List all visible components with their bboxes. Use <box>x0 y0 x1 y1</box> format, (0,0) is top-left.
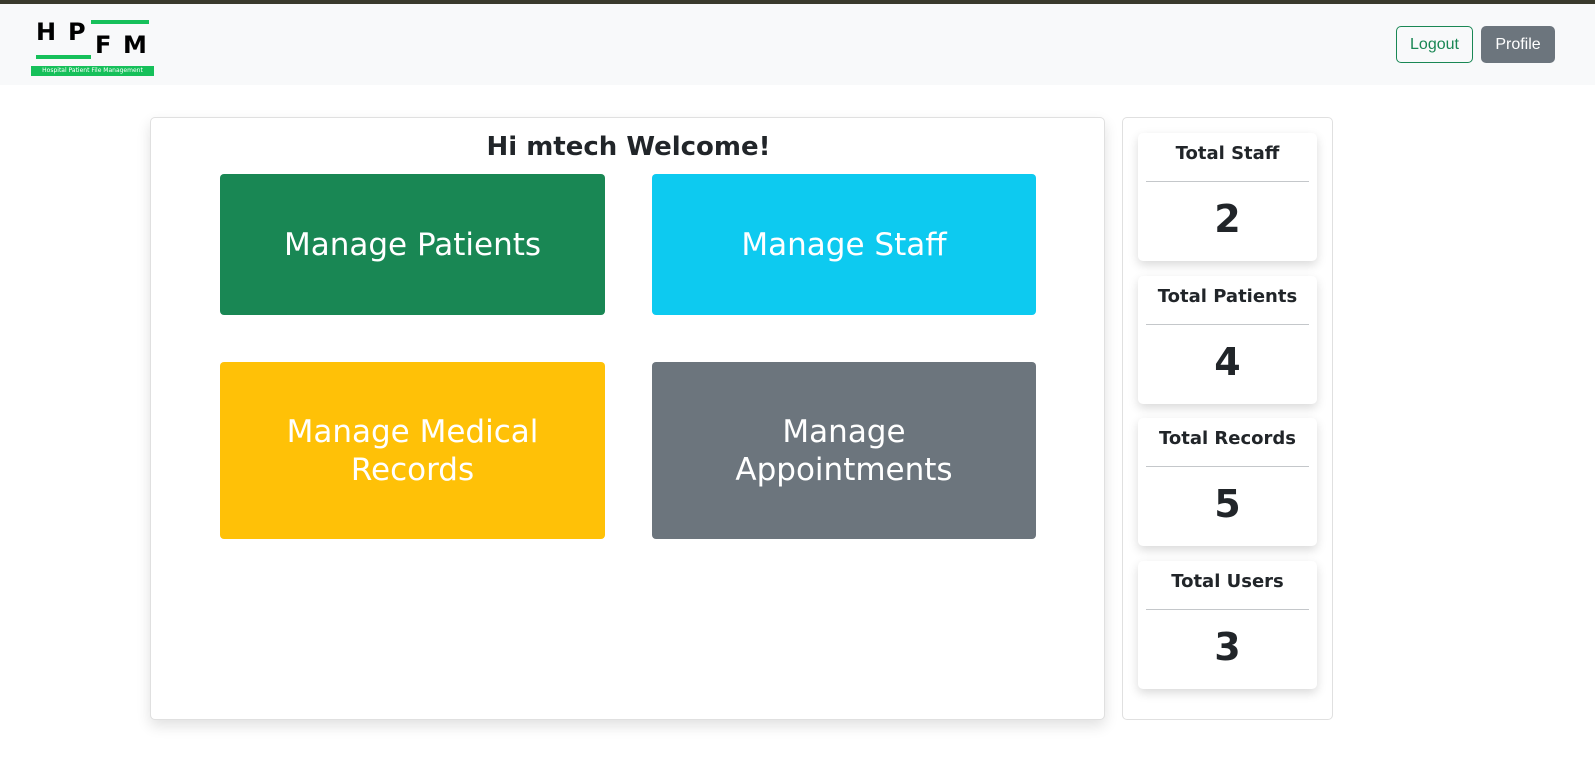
stat-divider <box>1146 324 1309 325</box>
logout-button[interactable]: Logout <box>1396 26 1473 63</box>
stat-label: Total Patients <box>1157 286 1298 307</box>
manage-patients-label: Manage Patients <box>283 226 542 263</box>
stat-value: 5 <box>1214 482 1241 526</box>
dashboard-main-card: Hi mtech Welcome! Manage Patients Manage… <box>150 117 1105 720</box>
stat-card-total-records: Total Records 5 <box>1138 418 1317 546</box>
stat-label: Total Records <box>1158 428 1297 449</box>
stat-divider <box>1146 181 1309 182</box>
manage-medical-records-label: Manage Medical Records <box>286 413 539 488</box>
manage-appointments-label: Manage Appointments <box>735 413 953 488</box>
navbar: H P F M Hospital Patient File Management… <box>0 4 1595 85</box>
stat-card-total-patients: Total Patients 4 <box>1138 276 1317 404</box>
manage-patients-tile[interactable]: Manage Patients <box>220 174 605 315</box>
stat-card-total-staff: Total Staff 2 <box>1138 133 1317 261</box>
logo-letter-f: F <box>95 31 112 59</box>
manage-staff-tile[interactable]: Manage Staff <box>652 174 1036 315</box>
stat-label: Total Users <box>1171 571 1284 592</box>
logo-accent-bar-top <box>91 20 149 24</box>
logo-accent-bar-bottom <box>36 55 91 59</box>
logo-letter-p: P <box>68 18 86 46</box>
hpfm-logo[interactable]: H P F M Hospital Patient File Management <box>31 18 154 76</box>
profile-button[interactable]: Profile <box>1481 26 1555 63</box>
manage-medical-records-tile[interactable]: Manage Medical Records <box>220 362 605 539</box>
stats-sidebar: Total Staff 2 Total Patients 4 Total Rec… <box>1122 117 1333 720</box>
stat-divider <box>1146 609 1309 610</box>
stat-divider <box>1146 466 1309 467</box>
manage-appointments-tile[interactable]: Manage Appointments <box>652 362 1036 539</box>
logo-tagline: Hospital Patient File Management <box>31 66 154 76</box>
welcome-heading: Hi mtech Welcome! <box>486 132 771 162</box>
manage-staff-label: Manage Staff <box>741 226 947 263</box>
stat-label: Total Staff <box>1175 143 1280 164</box>
logo-letter-h: H <box>36 18 57 46</box>
stat-value: 3 <box>1214 625 1241 669</box>
stat-card-total-users: Total Users 3 <box>1138 561 1317 689</box>
logo-letter-m: M <box>123 31 147 59</box>
logo-letters: H P F M <box>31 18 154 62</box>
stat-value: 4 <box>1214 340 1241 384</box>
stat-value: 2 <box>1214 197 1241 241</box>
